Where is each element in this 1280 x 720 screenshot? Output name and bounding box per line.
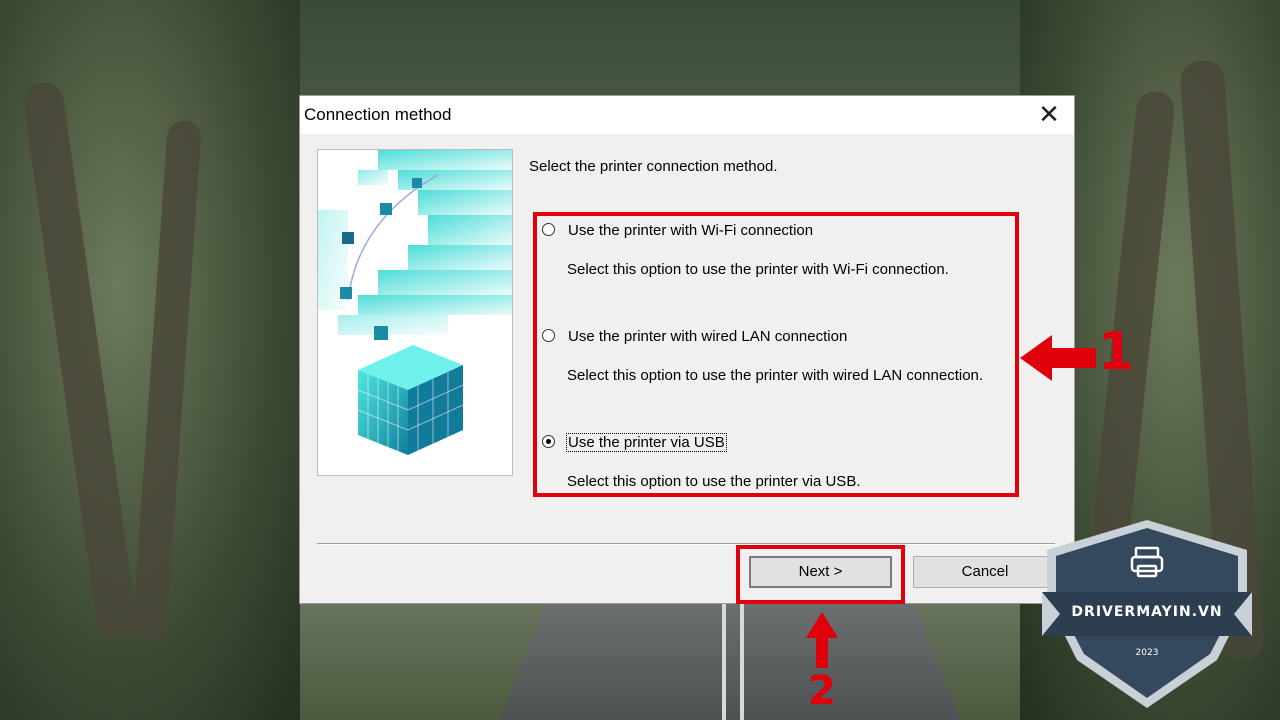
arrow-up-icon (806, 612, 838, 668)
road-center-line (740, 604, 744, 720)
installer-illustration (317, 149, 513, 476)
dialog-title: Connection method (304, 105, 452, 124)
road-center-line (722, 604, 726, 720)
drivermayin-watermark: DRIVERMAYIN.VN 2023 (1042, 520, 1252, 710)
step-1-label: 1 (1098, 322, 1135, 382)
close-button[interactable]: ✕ (1032, 100, 1066, 130)
highlight-next-box (736, 545, 905, 604)
cubes-image (318, 150, 512, 455)
cancel-button[interactable]: Cancel (913, 556, 1057, 588)
title-bar: Connection method ✕ (300, 96, 1074, 134)
arrow-left-icon (1020, 335, 1096, 381)
step-2-label: 2 (808, 668, 836, 714)
highlight-options-box (533, 212, 1019, 497)
separator (317, 543, 1055, 545)
instruction-text: Select the printer connection method. (529, 158, 778, 175)
road (500, 604, 960, 720)
watermark-year: 2023 (1135, 648, 1159, 658)
watermark-site: DRIVERMAYIN.VN (1071, 604, 1223, 620)
